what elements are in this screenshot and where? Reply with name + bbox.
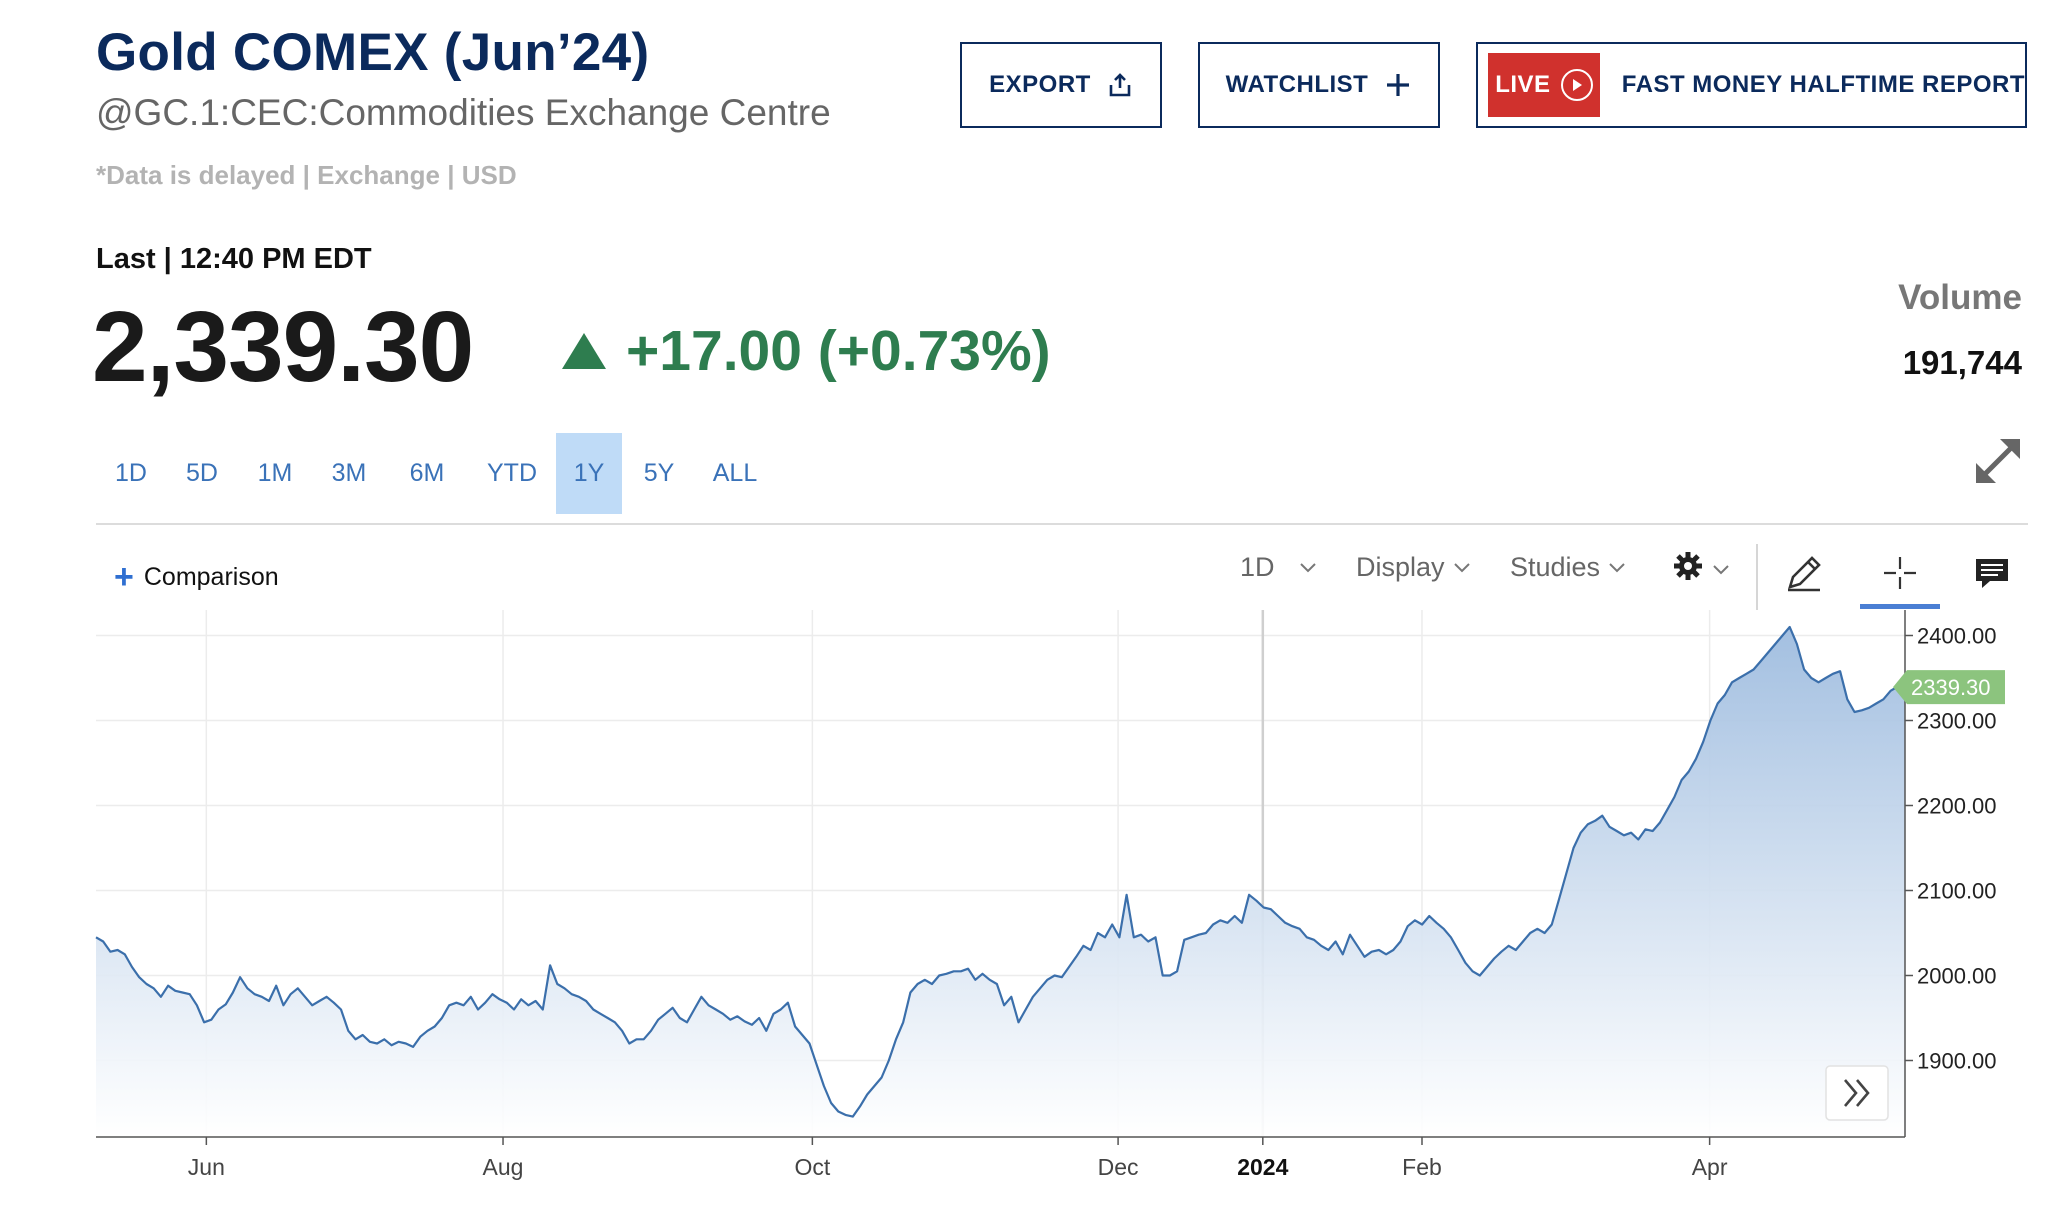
watchlist-button[interactable]: WATCHLIST [1198,42,1440,128]
chevron-down-icon [1299,562,1317,574]
range-1y[interactable]: 1Y [556,433,622,514]
x-tick-label: Apr [1692,1154,1728,1180]
live-show-title: FAST MONEY HALFTIME REPORT [1621,71,2025,98]
display-dropdown[interactable]: Display [1356,552,1471,583]
play-icon [1560,69,1593,101]
price-change: +17.00 (+0.73%) [562,318,1051,384]
range-5y[interactable]: 5Y [622,433,696,514]
live-show-button[interactable]: LIVE FAST MONEY HALFTIME REPORT [1476,42,2027,128]
range-1d[interactable]: 1D [96,433,166,514]
range-6m[interactable]: 6M [386,433,468,514]
interval-dropdown[interactable]: 1D [1240,552,1317,583]
comment-icon[interactable] [1964,548,2020,598]
studies-dropdown[interactable]: Studies [1510,552,1626,583]
last-timestamp: Last | 12:40 PM EDT [96,243,372,275]
x-tick-label: Feb [1402,1154,1442,1180]
y-tick-label: 1900.00 [1917,1049,1997,1074]
gear-icon [1672,550,1704,589]
plus-icon [1384,71,1412,99]
watchlist-label: WATCHLIST [1225,71,1369,98]
studies-label: Studies [1510,552,1601,582]
up-arrow-icon [562,333,606,369]
share-icon [1107,72,1133,98]
data-delay-note: *Data is delayed | Exchange | USD [96,160,517,190]
live-label: LIVE [1495,71,1551,98]
symbol-subtitle: @GC.1:CEC:Commodities Exchange Centre [96,92,831,133]
range-all[interactable]: ALL [696,433,774,514]
y-tick-label: 2400.00 [1917,624,1997,649]
export-label: EXPORT [989,71,1091,98]
price-chart[interactable]: 2400.00 2300.00 2200.00 2100.00 2000.00 1900.… [0,610,2054,1190]
y-tick-label: 2300.00 [1917,709,1997,734]
x-tick-label: Oct [794,1154,830,1180]
last-value-label: 2339.30 [1911,675,1991,700]
comparison-button[interactable]: + Comparison [114,560,279,594]
display-label: Display [1356,552,1445,582]
scroll-right-button[interactable] [1825,1065,1889,1121]
crosshair-icon[interactable] [1872,548,1928,598]
y-tick-label: 2000.00 [1917,964,1997,989]
x-tick-label: Dec [1098,1154,1139,1180]
last-price: 2,339.30 [92,291,474,403]
price-area [96,627,1905,1137]
export-button[interactable]: EXPORT [960,42,1162,128]
settings-dropdown[interactable] [1672,550,1730,589]
active-tool-indicator [1860,604,1940,609]
chevron-down-icon [1453,562,1471,574]
price-change-value: +17.00 (+0.73%) [626,319,1051,383]
interval-label: 1D [1240,552,1275,582]
range-3m[interactable]: 3M [312,433,386,514]
divider [96,523,2028,525]
y-tick-label: 2200.00 [1917,794,1997,819]
expand-icon[interactable] [1970,433,2026,489]
chevron-down-icon [1712,564,1730,576]
x-tick-label: Aug [483,1154,524,1180]
toolbar-divider [1756,544,1758,610]
range-selector: 1D 5D 1M 3M 6M YTD 1Y 5Y ALL [96,433,774,514]
x-tick-label: 2024 [1237,1154,1288,1180]
range-1m[interactable]: 1M [238,433,312,514]
range-ytd[interactable]: YTD [468,433,556,514]
page-title: Gold COMEX (Jun’24) [96,23,650,82]
volume-value: 191,744 [1902,344,2022,381]
range-5d[interactable]: 5D [166,433,238,514]
comparison-label: Comparison [143,562,279,591]
volume-label: Volume [1898,278,2022,317]
y-tick-label: 2100.00 [1917,879,1997,904]
last-value-tag: 2339.30 [1893,670,2005,705]
live-badge: LIVE [1488,53,1600,117]
chevron-down-icon [1608,562,1626,574]
pencil-icon[interactable] [1776,548,1832,598]
plus-icon: + [114,558,134,596]
x-tick-label: Jun [188,1154,225,1180]
